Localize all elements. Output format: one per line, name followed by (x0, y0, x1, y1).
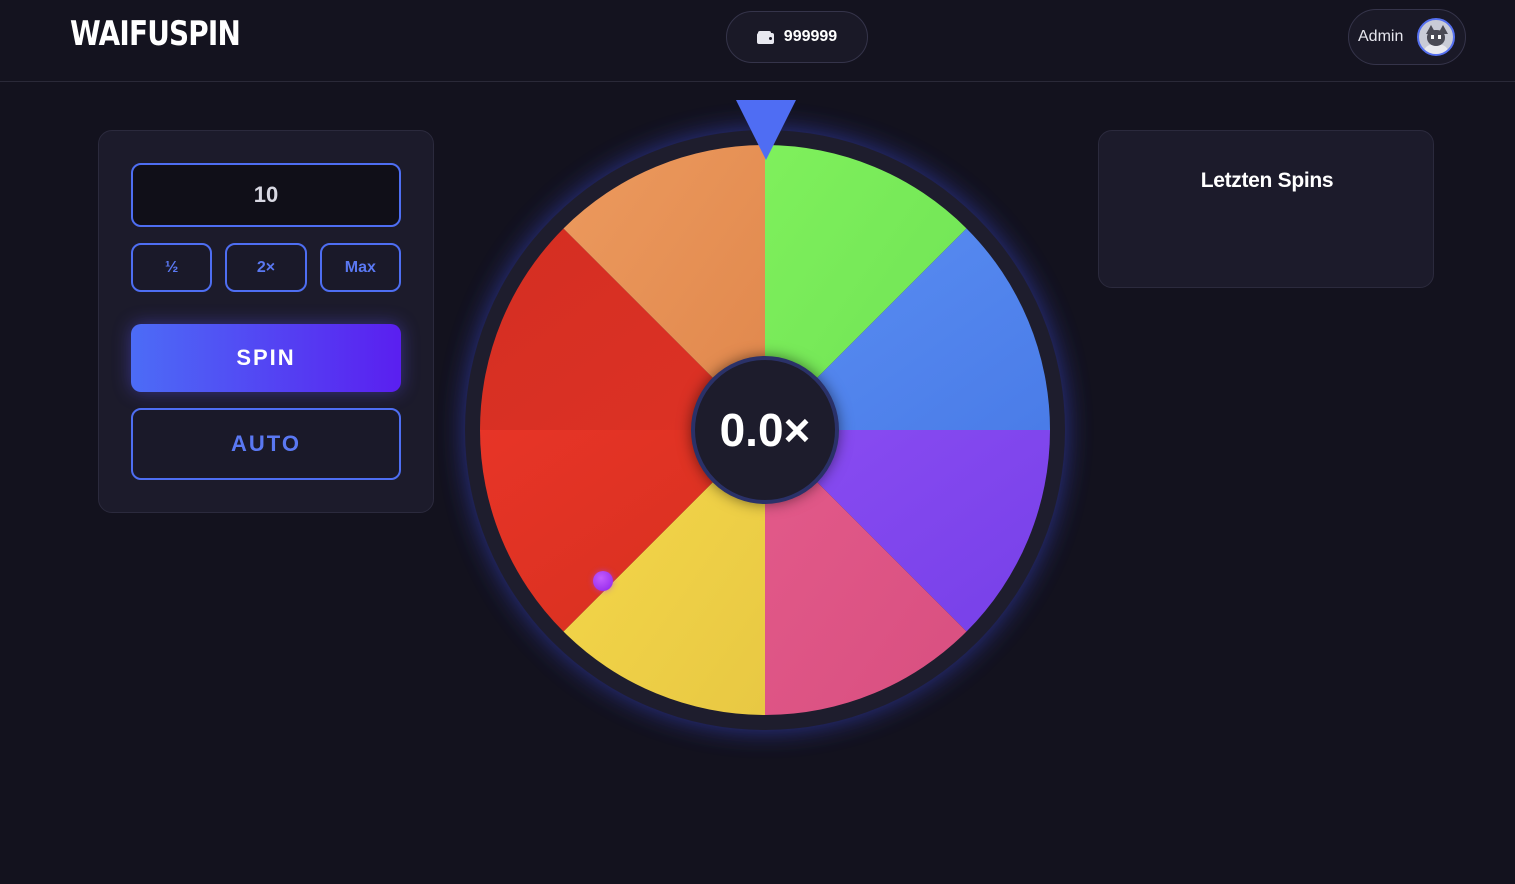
bet-amount-input[interactable] (131, 163, 401, 227)
recent-spins-panel: Letzten Spins (1098, 130, 1434, 288)
max-bet-button[interactable]: Max (319, 243, 401, 292)
top-bar: WAIFUSPIN 999999 Admin (0, 0, 1515, 82)
bet-quick-actions: ½ 2× Max (131, 243, 401, 292)
spin-button[interactable]: SPIN (131, 324, 401, 392)
multiplier-display: 0.0× (691, 356, 839, 504)
wallet-icon (756, 30, 774, 44)
prize-wheel: 0.0× (465, 130, 1065, 730)
user-menu[interactable]: Admin (1348, 9, 1466, 65)
bet-panel: ½ 2× Max SPIN AUTO (98, 130, 434, 513)
username: Admin (1358, 28, 1404, 45)
site-logo[interactable]: WAIFUSPIN (70, 14, 241, 54)
balance-amount: 999999 (783, 28, 838, 45)
wheel-ball-marker (593, 571, 613, 591)
wheel-pointer-icon (736, 100, 796, 160)
half-bet-button[interactable]: ½ (131, 243, 213, 292)
avatar[interactable] (1417, 18, 1456, 56)
auto-spin-button[interactable]: AUTO (131, 408, 401, 480)
double-bet-button[interactable]: 2× (225, 243, 307, 292)
balance-display[interactable]: 999999 (726, 11, 868, 63)
recent-spins-title: Letzten Spins (1200, 169, 1334, 192)
